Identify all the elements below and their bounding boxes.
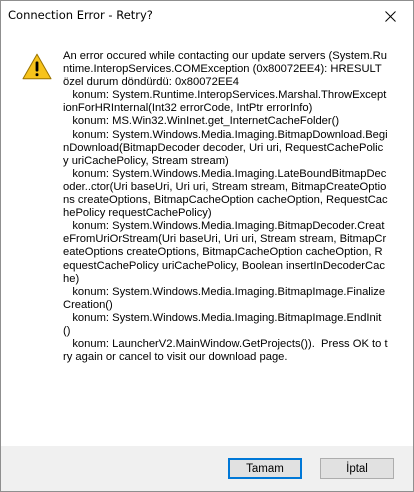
ok-button[interactable]: Tamam [228,458,302,479]
title-bar[interactable]: Connection Error - Retry? [1,1,413,31]
error-message: An error occured while contacting our up… [63,50,388,364]
window-title: Connection Error - Retry? [8,8,153,22]
warning-icon [22,53,52,80]
dialog-window: Connection Error - Retry? An error occur… [0,0,414,492]
dialog-content: An error occured while contacting our up… [1,31,413,446]
cancel-button[interactable]: İptal [320,458,394,479]
close-button[interactable] [367,1,413,31]
button-bar: Tamam İptal [1,446,413,491]
close-icon [384,10,396,22]
